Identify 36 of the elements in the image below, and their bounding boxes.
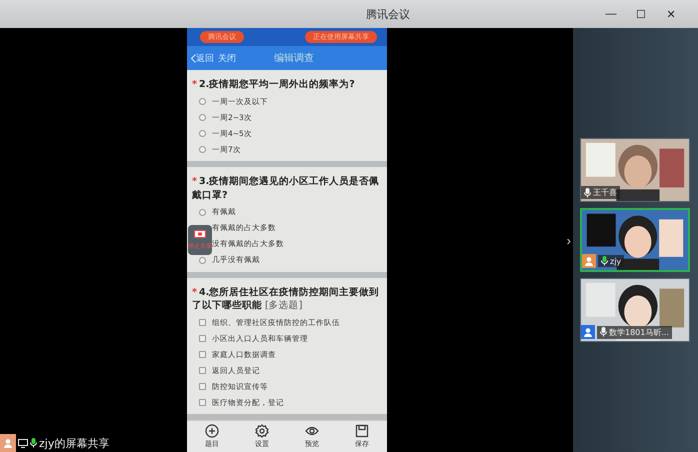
radio-button[interactable] [199, 256, 206, 264]
minimize-button[interactable]: — [596, 8, 626, 20]
participant-name: 王千喜 [581, 186, 620, 199]
checkbox[interactable] [199, 383, 206, 390]
question-title: * 2.疫情期您平均一周外出的频率为? [192, 78, 356, 92]
person-icon [3, 438, 13, 448]
radio-button[interactable] [199, 98, 206, 106]
page-title: 编辑调查 [274, 52, 314, 65]
participant-name: zjy [598, 255, 624, 267]
video-tile[interactable]: 数学1801马昕... [580, 278, 690, 342]
radio-button[interactable] [199, 114, 206, 122]
radio-button[interactable] [199, 146, 206, 154]
participant-name: 数学1801马昕... [597, 326, 672, 338]
video-tile[interactable]: 王千喜 [580, 138, 690, 202]
checkbox[interactable] [199, 367, 206, 374]
radio-button[interactable] [199, 130, 206, 138]
checkbox[interactable] [199, 319, 206, 326]
question-title: * 4.您所居住社区在疫情防控期间主要做到了以下哪些职能 [多选题] [192, 286, 380, 312]
save-icon [355, 424, 369, 438]
video-tile[interactable]: zjy [580, 208, 690, 272]
eye-icon [305, 424, 319, 438]
sidebar-toggle[interactable]: › [566, 232, 571, 248]
add-icon [205, 424, 219, 438]
checkbox[interactable] [199, 335, 206, 342]
window-title: 腾讯会议 [365, 6, 411, 22]
maximize-button[interactable]: ☐ [626, 8, 656, 20]
checkbox[interactable] [199, 351, 206, 358]
back-icon [191, 54, 196, 62]
screen-icon [194, 230, 206, 240]
close-button[interactable]: ✕ [656, 8, 686, 20]
settings-icon [255, 424, 269, 438]
radio-button[interactable] [199, 208, 206, 216]
share-label: zjy的屏幕共享 [39, 436, 110, 450]
question-title: * 3.疫情期间您遇见的小区工作人员是否佩戴口罩? [192, 175, 380, 202]
screen-icon [18, 438, 28, 448]
checkbox[interactable] [199, 399, 206, 406]
